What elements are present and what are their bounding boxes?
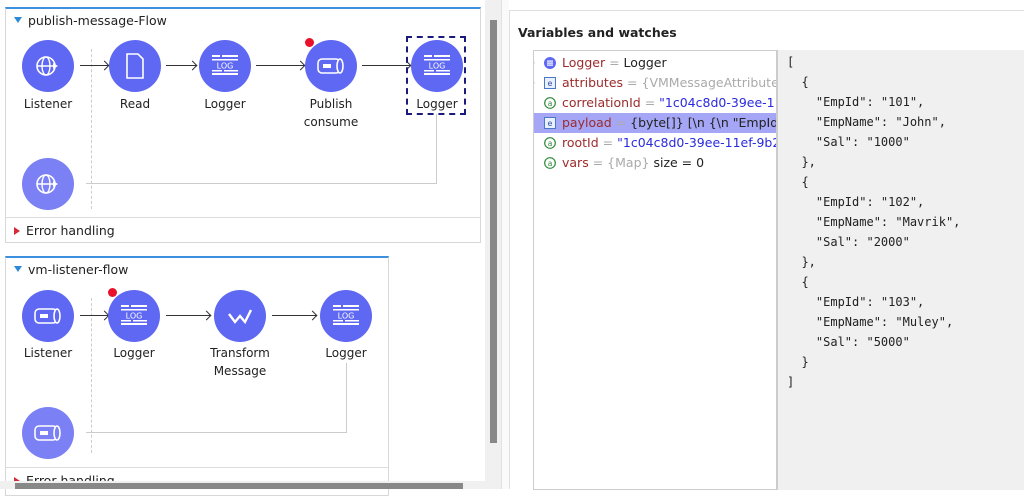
flow-title[interactable]: vm-listener-flow xyxy=(14,262,128,277)
variable-row-rootid[interactable]: a rootId = "1c04c8d0-39ee-11ef-9b21 xyxy=(534,133,777,153)
svg-text:e: e xyxy=(548,79,553,88)
arrow xyxy=(362,65,410,66)
svg-text:e: e xyxy=(548,119,553,128)
variables-tree: ›Logger = Logger›eattributes = {VMMessag… xyxy=(533,50,777,490)
node-label: Transform Message xyxy=(210,346,270,378)
svg-text:a: a xyxy=(548,99,553,108)
globe-listener-icon xyxy=(36,56,58,76)
variable-value: Logger xyxy=(623,55,667,70)
arrow xyxy=(166,65,196,66)
variable-value: "1c04c8d0-39ee-11ef-9b21 xyxy=(617,135,777,150)
breakpoint-indicator[interactable] xyxy=(108,288,117,297)
vm-queue-icon xyxy=(34,308,61,324)
variable-value: "1c04c8d0-39ee-11ef xyxy=(659,95,776,110)
collapse-icon[interactable] xyxy=(14,17,22,23)
arrow xyxy=(272,315,316,316)
flow-canvas: publish-message-Flow Listener Read LOG L… xyxy=(0,0,485,496)
flow-title[interactable]: publish-message-Flow xyxy=(14,13,167,28)
arrow xyxy=(166,315,210,316)
node-logger[interactable]: LOG xyxy=(320,290,372,342)
variable-name: attributes xyxy=(562,75,624,90)
variable-value: size = 0 xyxy=(653,155,705,170)
svg-text:LOG: LOG xyxy=(126,312,143,321)
node-logger-selected[interactable]: LOG xyxy=(411,40,463,92)
node-label: Listener xyxy=(23,346,73,360)
vertical-scrollbar-thumb[interactable] xyxy=(490,20,497,443)
flow-publish-message: publish-message-Flow Listener Read LOG L… xyxy=(5,7,481,243)
arrow xyxy=(80,65,108,66)
node-vm-listener-response[interactable] xyxy=(22,407,74,459)
variable-row-payload[interactable]: ›epayload = {byte[]} [\n {\n "EmpId xyxy=(534,113,777,133)
variable-row-correlationid[interactable]: acorrelationId = "1c04c8d0-39ee-11ef xyxy=(534,93,776,113)
expand-chevron-icon[interactable]: › xyxy=(534,113,535,133)
variable-name: payload xyxy=(562,115,612,130)
breakpoint-indicator[interactable] xyxy=(305,38,314,47)
log-icon: LOG xyxy=(212,55,238,75)
node-publish-consume[interactable] xyxy=(305,40,357,92)
node-vm-listener[interactable] xyxy=(22,290,74,342)
variable-name: Logger xyxy=(562,55,606,70)
svg-text:LOG: LOG xyxy=(338,312,355,321)
node-label: Logger xyxy=(325,346,367,360)
node-listener[interactable] xyxy=(22,40,74,92)
variable-type: {VMMessageAttributes} xyxy=(641,75,777,90)
file-icon xyxy=(126,53,144,79)
node-read[interactable] xyxy=(109,40,161,92)
node-logger[interactable]: LOG xyxy=(199,40,251,92)
payload-value-view[interactable]: [ { "EmpId": "101", "EmpName": "John", "… xyxy=(777,50,1024,490)
variable-row-attributes[interactable]: ›eattributes = {VMMessageAttributes} xyxy=(534,73,777,93)
node-label: Logger xyxy=(113,346,155,360)
node-label: Listener xyxy=(23,97,73,111)
node-label: Read xyxy=(119,97,151,111)
panel-title: Variables and watches xyxy=(518,25,677,40)
error-handling-toggle[interactable]: Error handling xyxy=(6,217,480,243)
svg-text:LOG: LOG xyxy=(429,62,446,71)
variable-type: {Map} xyxy=(607,155,650,170)
arrow xyxy=(80,315,108,316)
svg-text:a: a xyxy=(548,159,553,168)
variable-name: vars xyxy=(562,155,589,170)
variable-value: {byte[]} [\n {\n "EmpId xyxy=(630,115,777,130)
node-transform-message[interactable] xyxy=(214,290,266,342)
error-handling-toggle[interactable]: Error handling xyxy=(6,467,388,493)
variable-name: rootId xyxy=(562,135,599,150)
svg-text:a: a xyxy=(548,139,553,148)
expand-icon xyxy=(14,227,20,235)
log-icon: LOG xyxy=(333,305,359,325)
log-icon: LOG xyxy=(424,55,450,75)
node-logger[interactable]: LOG xyxy=(108,290,160,342)
panel-splitter[interactable] xyxy=(501,0,509,489)
collapse-icon[interactable] xyxy=(14,266,22,272)
expand-chevron-icon[interactable]: › xyxy=(534,53,535,73)
return-line xyxy=(86,114,437,184)
node-label: Logger xyxy=(416,97,458,111)
horizontal-scrollbar-thumb[interactable] xyxy=(15,483,463,489)
node-listener-response[interactable] xyxy=(22,158,74,210)
variable-row-logger[interactable]: ›Logger = Logger xyxy=(534,53,776,73)
vm-queue-icon xyxy=(317,58,344,74)
log-icon: LOG xyxy=(121,305,147,325)
variable-name: correlationId xyxy=(562,95,641,110)
globe-listener-icon xyxy=(36,174,58,194)
expand-chevron-icon[interactable]: › xyxy=(534,73,535,93)
svg-text:LOG: LOG xyxy=(217,62,234,71)
vm-queue-icon xyxy=(34,425,61,441)
node-label: Publish consume xyxy=(303,97,359,129)
node-label: Logger xyxy=(204,97,246,111)
transform-icon xyxy=(228,309,253,325)
variable-row-vars[interactable]: a vars = {Map} size = 0 xyxy=(534,153,776,173)
flow-vm-listener: vm-listener-flow Listener LOG Logger Tra… xyxy=(5,256,389,496)
arrow xyxy=(256,65,304,66)
